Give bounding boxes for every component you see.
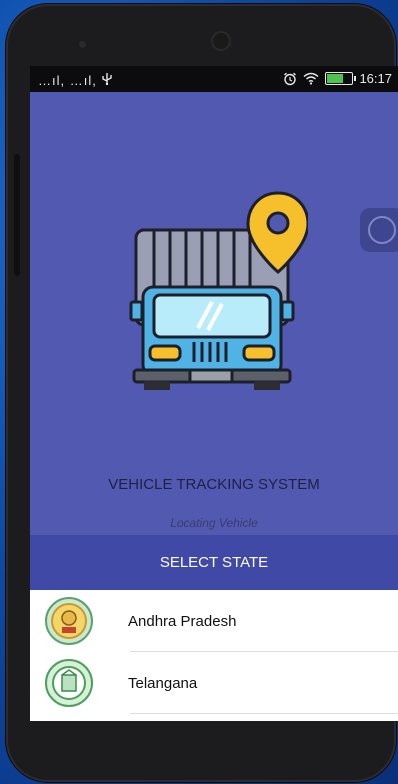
side-volume-key[interactable] bbox=[14, 154, 20, 276]
state-item-telangana[interactable]: Telangana bbox=[30, 652, 398, 714]
state-name: Telangana bbox=[128, 674, 198, 692]
list-divider bbox=[130, 713, 398, 714]
select-state-header: SELECT STATE bbox=[30, 535, 398, 590]
usb-icon bbox=[102, 73, 113, 85]
andhra-pradesh-seal-icon bbox=[45, 597, 93, 645]
assistive-touch-button[interactable] bbox=[360, 208, 398, 252]
assistive-touch-icon bbox=[368, 216, 396, 244]
status-time: 16:17 bbox=[359, 71, 392, 86]
wifi-icon bbox=[303, 72, 319, 85]
screen: …ıl, …ıl, 16:17 VEHICLE TRACKING SYSTEM … bbox=[30, 66, 398, 721]
status-bar: …ıl, …ıl, 16:17 bbox=[30, 66, 398, 92]
state-name: Andhra Pradesh bbox=[128, 612, 237, 630]
proximity-sensor bbox=[79, 41, 86, 48]
select-state-label: SELECT STATE bbox=[159, 554, 269, 571]
telangana-seal-icon bbox=[45, 659, 93, 707]
alarm-icon bbox=[284, 72, 297, 85]
signal-indicator: …ıl, …ıl, bbox=[38, 72, 113, 88]
app-subtitle: Locating Vehicle bbox=[170, 516, 258, 530]
hero-area: VEHICLE TRACKING SYSTEM Locating Vehicle bbox=[30, 92, 398, 535]
state-list: Andhra Pradesh Telangana bbox=[30, 590, 398, 721]
status-right-group: 16:17 bbox=[283, 71, 392, 86]
phone-top-bezel bbox=[6, 4, 396, 66]
app-title: VEHICLE TRACKING SYSTEM bbox=[108, 476, 320, 493]
state-item-andhra-pradesh[interactable]: Andhra Pradesh bbox=[30, 590, 398, 652]
signal-text: …ıl, …ıl, bbox=[38, 73, 97, 88]
phone-frame: …ıl, …ıl, 16:17 VEHICLE TRACKING SYSTEM … bbox=[6, 4, 398, 782]
front-camera bbox=[211, 31, 231, 51]
battery-icon bbox=[325, 72, 357, 85]
truck-with-location-pin-illustration bbox=[129, 191, 308, 390]
phone-bottom-bezel bbox=[6, 721, 396, 782]
